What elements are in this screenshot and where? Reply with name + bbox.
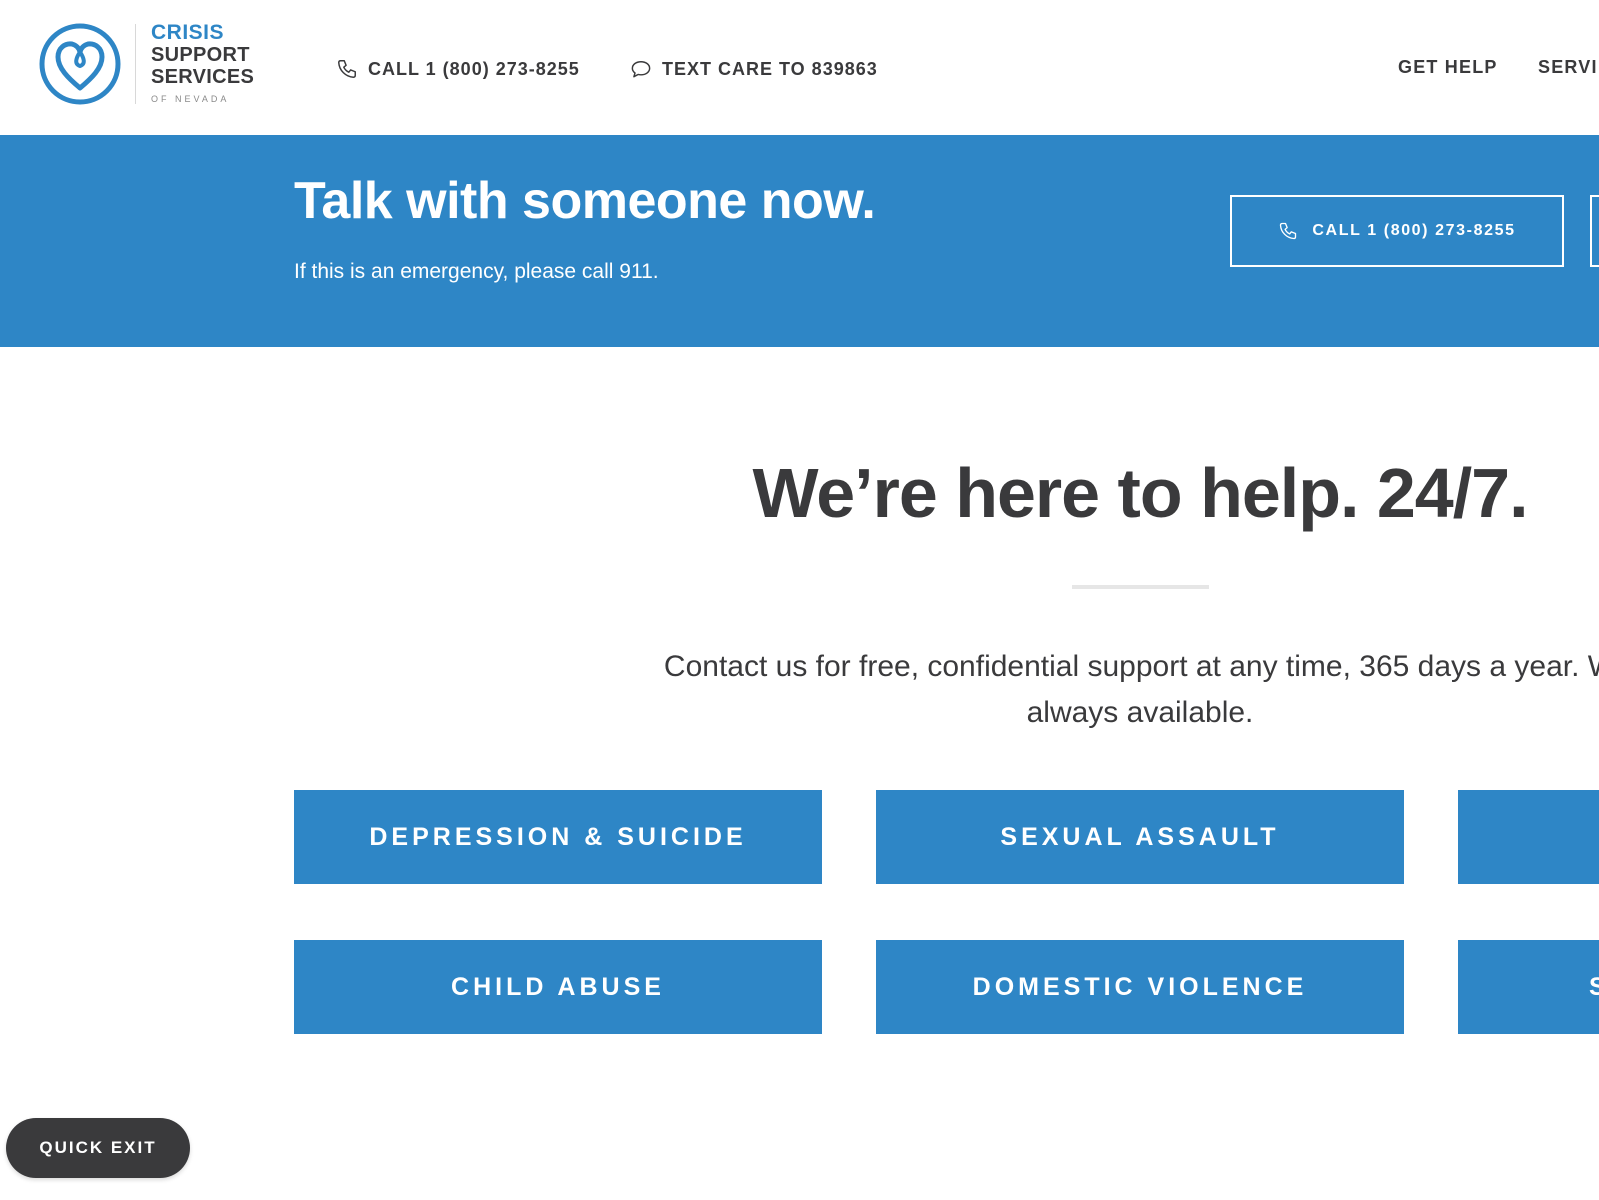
logo-line-services: SERVICES bbox=[151, 66, 255, 88]
phone-icon bbox=[1280, 222, 1297, 240]
banner-text-button[interactable] bbox=[1590, 195, 1599, 267]
site-header: CRISIS SUPPORT SERVICES OF NEVADA CALL 1… bbox=[0, 0, 1599, 135]
title-divider bbox=[1072, 585, 1209, 589]
site-logo[interactable]: CRISIS SUPPORT SERVICES OF NEVADA bbox=[38, 22, 258, 108]
nav-services[interactable]: SERVI bbox=[1538, 57, 1598, 78]
logo-divider bbox=[135, 24, 136, 104]
logo-line-support: SUPPORT bbox=[151, 44, 250, 66]
banner-title: Talk with someone now. bbox=[294, 172, 876, 230]
nav-get-help[interactable]: GET HELP bbox=[1398, 57, 1498, 78]
talk-now-banner: Talk with someone now. If this is an eme… bbox=[0, 135, 1599, 347]
category-depression-suicide-button[interactable]: DEPRESSION & SUICIDE bbox=[294, 790, 822, 884]
quick-exit-button[interactable]: QUICK EXIT bbox=[6, 1118, 190, 1178]
intro-line-1: Contact us for free, confidential suppor… bbox=[663, 650, 1599, 683]
intro-line-2: always available. bbox=[1026, 696, 1254, 729]
chat-bubble-icon bbox=[631, 61, 651, 78]
header-call-label: CALL 1 (800) 273-8255 bbox=[368, 58, 580, 79]
category-button-3[interactable] bbox=[1458, 790, 1599, 884]
header-text-link[interactable]: TEXT CARE TO 839863 bbox=[630, 56, 878, 82]
banner-call-label: CALL 1 (800) 273-8255 bbox=[1312, 222, 1516, 239]
category-domestic-violence-button[interactable]: DOMESTIC VIOLENCE bbox=[876, 940, 1404, 1034]
banner-subtitle: If this is an emergency, please call 911… bbox=[294, 260, 659, 283]
banner-call-button[interactable]: CALL 1 (800) 273-8255 bbox=[1230, 195, 1564, 267]
header-call-link[interactable]: CALL 1 (800) 273-8255 bbox=[336, 56, 580, 82]
category-child-abuse-button[interactable]: CHILD ABUSE bbox=[294, 940, 822, 1034]
logo-wordmark: CRISIS SUPPORT SERVICES OF NEVADA bbox=[151, 21, 255, 105]
header-text-label: TEXT CARE TO 839863 bbox=[662, 58, 878, 79]
heart-circle-logo-icon bbox=[39, 23, 121, 105]
intro-text: Contact us for free, confidential suppor… bbox=[520, 644, 1599, 736]
category-button-6[interactable]: S bbox=[1458, 940, 1599, 1034]
phone-icon bbox=[338, 60, 356, 78]
main-title: We’re here to help. 24/7. bbox=[752, 454, 1528, 532]
logo-line-crisis: CRISIS bbox=[151, 21, 225, 44]
logo-line-of-nevada: OF NEVADA bbox=[151, 94, 230, 104]
category-sexual-assault-button[interactable]: SEXUAL ASSAULT bbox=[876, 790, 1404, 884]
